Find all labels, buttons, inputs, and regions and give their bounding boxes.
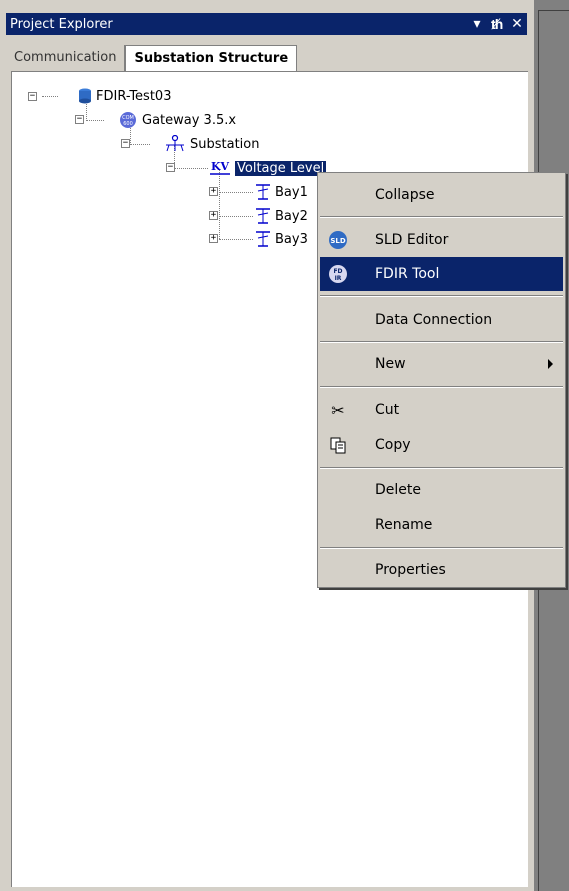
- menu-item-fdir-tool[interactable]: FD IR FDIR Tool: [320, 257, 563, 291]
- menu-item-rename[interactable]: Rename: [320, 508, 563, 542]
- collapse-icon[interactable]: −: [121, 139, 130, 148]
- titlebar-buttons: ▾ ᵺ ✕: [471, 16, 523, 33]
- expand-icon[interactable]: +: [209, 234, 218, 243]
- svg-text:FD: FD: [333, 268, 342, 275]
- menu-separator: [320, 547, 563, 549]
- svg-text:KV: KV: [211, 160, 230, 173]
- database-icon: [79, 88, 91, 104]
- bay-icon: [256, 208, 270, 224]
- node-label: Bay3: [275, 231, 308, 247]
- tree-line: [130, 144, 150, 145]
- fdir-icon: FD IR: [328, 264, 348, 284]
- menu-item-sld-editor[interactable]: SLD SLD Editor: [320, 223, 563, 257]
- menu-separator: [320, 386, 563, 388]
- substation-icon: [166, 135, 184, 152]
- svg-text:600: 600: [123, 121, 133, 127]
- copy-icon: [328, 435, 348, 455]
- node-label: Substation: [190, 136, 260, 152]
- pin-icon[interactable]: ᵺ: [491, 16, 503, 33]
- tab-bar: Communication Substation Structure: [6, 45, 298, 71]
- scissors-icon: ✂: [331, 400, 345, 420]
- svg-text:SLD: SLD: [330, 237, 346, 245]
- menu-item-new[interactable]: New: [320, 347, 563, 381]
- menu-item-data-connection[interactable]: Data Connection: [320, 303, 563, 337]
- tree-line: [42, 96, 58, 97]
- menu-item-delete[interactable]: Delete: [320, 473, 563, 507]
- node-label: Bay1: [275, 184, 308, 200]
- context-menu: Collapse SLD SLD Editor FD IR FDIR Tool D…: [317, 172, 566, 588]
- tree-node-substation[interactable]: Substation: [164, 135, 259, 153]
- tree-line: [219, 169, 220, 239]
- bay-icon: [256, 184, 270, 200]
- menu-separator: [320, 295, 563, 297]
- tree-node-root[interactable]: FDIR-Test03: [78, 87, 171, 105]
- svg-text:IR: IR: [335, 275, 342, 282]
- voltage-level-icon: KV: [210, 160, 230, 175]
- menu-item-properties[interactable]: Properties: [320, 553, 563, 587]
- menu-separator: [320, 341, 563, 343]
- bay-icon: [256, 231, 270, 247]
- tree-node-bay[interactable]: Bay3: [255, 230, 308, 248]
- menu-item-cut[interactable]: ✂ Cut: [320, 393, 563, 427]
- sld-icon: SLD: [328, 230, 348, 250]
- tree-node-voltage-level[interactable]: KV Voltage Level: [209, 159, 327, 177]
- expand-icon[interactable]: +: [209, 187, 218, 196]
- collapse-icon[interactable]: −: [75, 115, 84, 124]
- tree-line: [219, 239, 253, 240]
- tree-node-bay[interactable]: Bay2: [255, 207, 308, 225]
- node-label: Voltage Level: [235, 160, 327, 176]
- menu-separator: [320, 216, 563, 218]
- tree-line: [86, 120, 104, 121]
- panel-title: Project Explorer: [10, 16, 113, 32]
- node-label: Gateway 3.5.x: [142, 112, 237, 128]
- tab-substation-structure[interactable]: Substation Structure: [125, 45, 298, 71]
- expand-icon[interactable]: +: [209, 211, 218, 220]
- panel-titlebar: Project Explorer ▾ ᵺ ✕: [6, 13, 527, 35]
- node-label: Bay2: [275, 208, 308, 224]
- collapse-icon[interactable]: −: [166, 163, 175, 172]
- tree-line: [219, 192, 253, 193]
- close-icon[interactable]: ✕: [511, 16, 523, 32]
- gateway-icon: COM 600: [120, 112, 136, 128]
- tree-node-bay[interactable]: Bay1: [255, 183, 308, 201]
- menu-item-collapse[interactable]: Collapse: [320, 178, 563, 212]
- tree-node-gateway[interactable]: COM 600 Gateway 3.5.x: [118, 111, 236, 129]
- tab-communication[interactable]: Communication: [6, 45, 126, 71]
- menu-separator: [320, 467, 563, 469]
- collapse-icon[interactable]: −: [28, 92, 37, 101]
- node-label: FDIR-Test03: [96, 88, 172, 104]
- menu-item-copy[interactable]: Copy: [320, 428, 563, 462]
- submenu-arrow-icon: [548, 359, 553, 369]
- dropdown-icon[interactable]: ▾: [471, 16, 483, 32]
- tree-line: [219, 216, 253, 217]
- tree-line: [174, 168, 208, 169]
